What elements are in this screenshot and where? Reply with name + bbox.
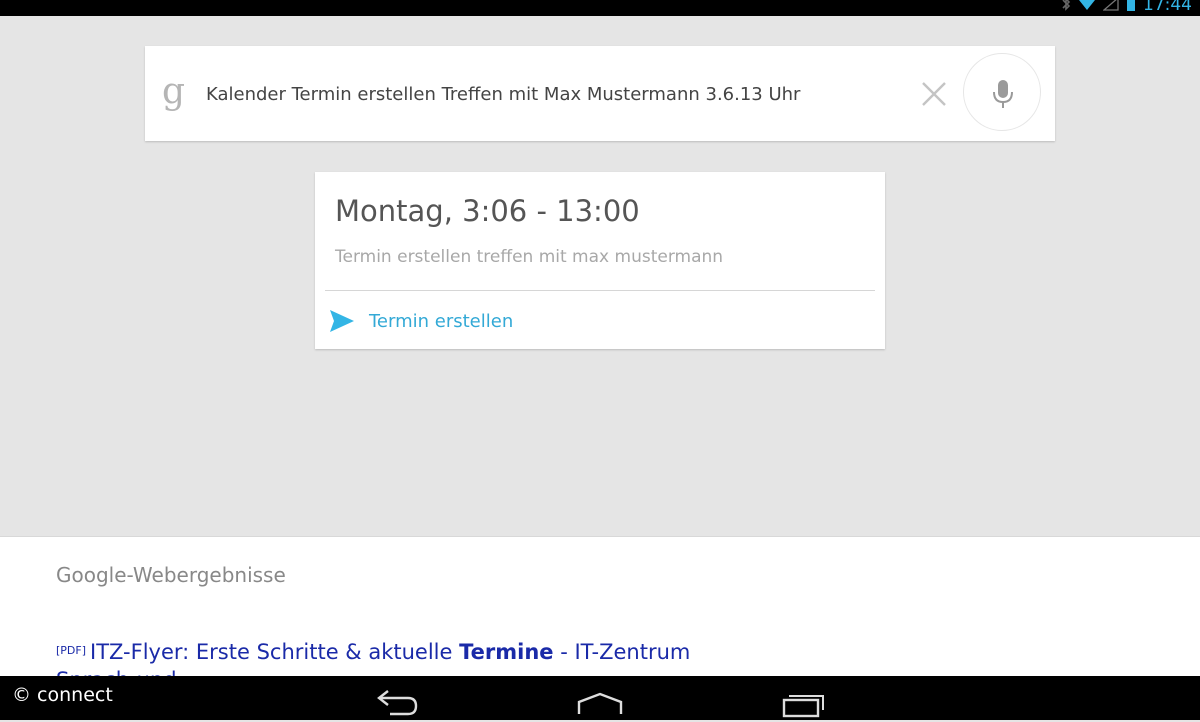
back-icon bbox=[377, 690, 418, 716]
create-event-label: Termin erstellen bbox=[369, 310, 514, 332]
home-icon bbox=[577, 692, 623, 714]
result-text-before: ITZ-Flyer: Erste Schritte & aktuelle bbox=[90, 640, 460, 664]
home-button[interactable] bbox=[576, 688, 624, 722]
web-results-header: Google-Webergebnisse bbox=[56, 563, 286, 587]
create-event-button[interactable]: Termin erstellen bbox=[329, 304, 513, 338]
microphone-icon bbox=[993, 80, 1013, 108]
status-icons: 17:44 bbox=[1061, 0, 1192, 15]
wifi-icon bbox=[1078, 0, 1096, 15]
status-bar: 17:44 bbox=[0, 0, 1200, 16]
event-time-title: Montag, 3:06 - 13:00 bbox=[335, 194, 640, 228]
result-text-bold: Termine bbox=[459, 640, 554, 664]
watermark-text: © connect bbox=[12, 684, 113, 706]
event-description: Termin erstellen treffen mit max musterm… bbox=[335, 247, 724, 267]
navigation-bar: © connect bbox=[0, 676, 1200, 720]
close-icon bbox=[922, 82, 946, 106]
battery-icon bbox=[1126, 0, 1136, 15]
recent-apps-button[interactable] bbox=[781, 688, 827, 722]
calendar-event-card: Montag, 3:06 - 13:00 Termin erstellen tr… bbox=[315, 172, 885, 349]
clear-button[interactable] bbox=[918, 78, 950, 110]
google-logo-icon: g bbox=[162, 71, 186, 112]
signal-icon bbox=[1102, 0, 1119, 15]
bluetooth-icon bbox=[1061, 0, 1071, 15]
web-results-panel: Google-Webergebnisse [PDF] ITZ-Flyer: Ers… bbox=[0, 536, 1200, 677]
back-button[interactable] bbox=[376, 688, 420, 722]
search-query-text[interactable]: Kalender Termin erstellen Treffen mit Ma… bbox=[206, 84, 800, 105]
pdf-tag: [PDF] bbox=[56, 644, 87, 657]
voice-search-button[interactable] bbox=[963, 53, 1041, 131]
recent-apps-icon bbox=[782, 695, 824, 718]
send-icon bbox=[330, 310, 354, 332]
search-result-link[interactable]: [PDF] ITZ-Flyer: Erste Schritte & aktuell… bbox=[56, 637, 776, 677]
clock: 17:44 bbox=[1143, 0, 1192, 15]
card-divider bbox=[325, 290, 875, 291]
